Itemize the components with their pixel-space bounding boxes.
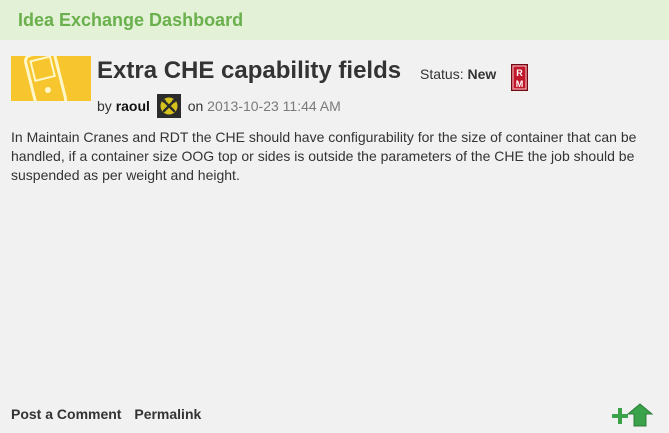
- idea-body: In Maintain Cranes and RDT the CHE shoul…: [11, 129, 637, 183]
- on-label: on: [187, 98, 204, 114]
- permalink-link[interactable]: Permalink: [134, 406, 201, 422]
- plus-arrow-vote-icon[interactable]: [612, 402, 654, 428]
- footer-links: Post a Comment Permalink: [11, 406, 210, 422]
- header-bar: Idea Exchange Dashboard: [0, 0, 669, 40]
- status-label: Status:: [420, 66, 464, 82]
- svg-text:M: M: [516, 79, 524, 89]
- post-comment-link[interactable]: Post a Comment: [11, 406, 121, 422]
- svg-text:R: R: [516, 68, 523, 78]
- by-label: by: [97, 98, 112, 114]
- post-date: 2013-10-23 11:44 AM: [207, 98, 341, 114]
- idea-title[interactable]: Extra CHE capability fields: [97, 57, 401, 85]
- byline: by raoul on 2013-10-23 11:44 AM: [97, 94, 341, 118]
- idea-thumbnail-icon: [11, 56, 91, 101]
- author-link[interactable]: raoul: [116, 98, 150, 114]
- crossed-tools-avatar-icon[interactable]: [156, 94, 181, 118]
- status-value: New: [467, 66, 497, 82]
- rm-badge-icon: R M: [511, 64, 528, 91]
- dashboard-title: Idea Exchange Dashboard: [18, 10, 244, 30]
- device-thumbnail-icon: [11, 56, 91, 101]
- status-line: Status: New: [420, 66, 496, 82]
